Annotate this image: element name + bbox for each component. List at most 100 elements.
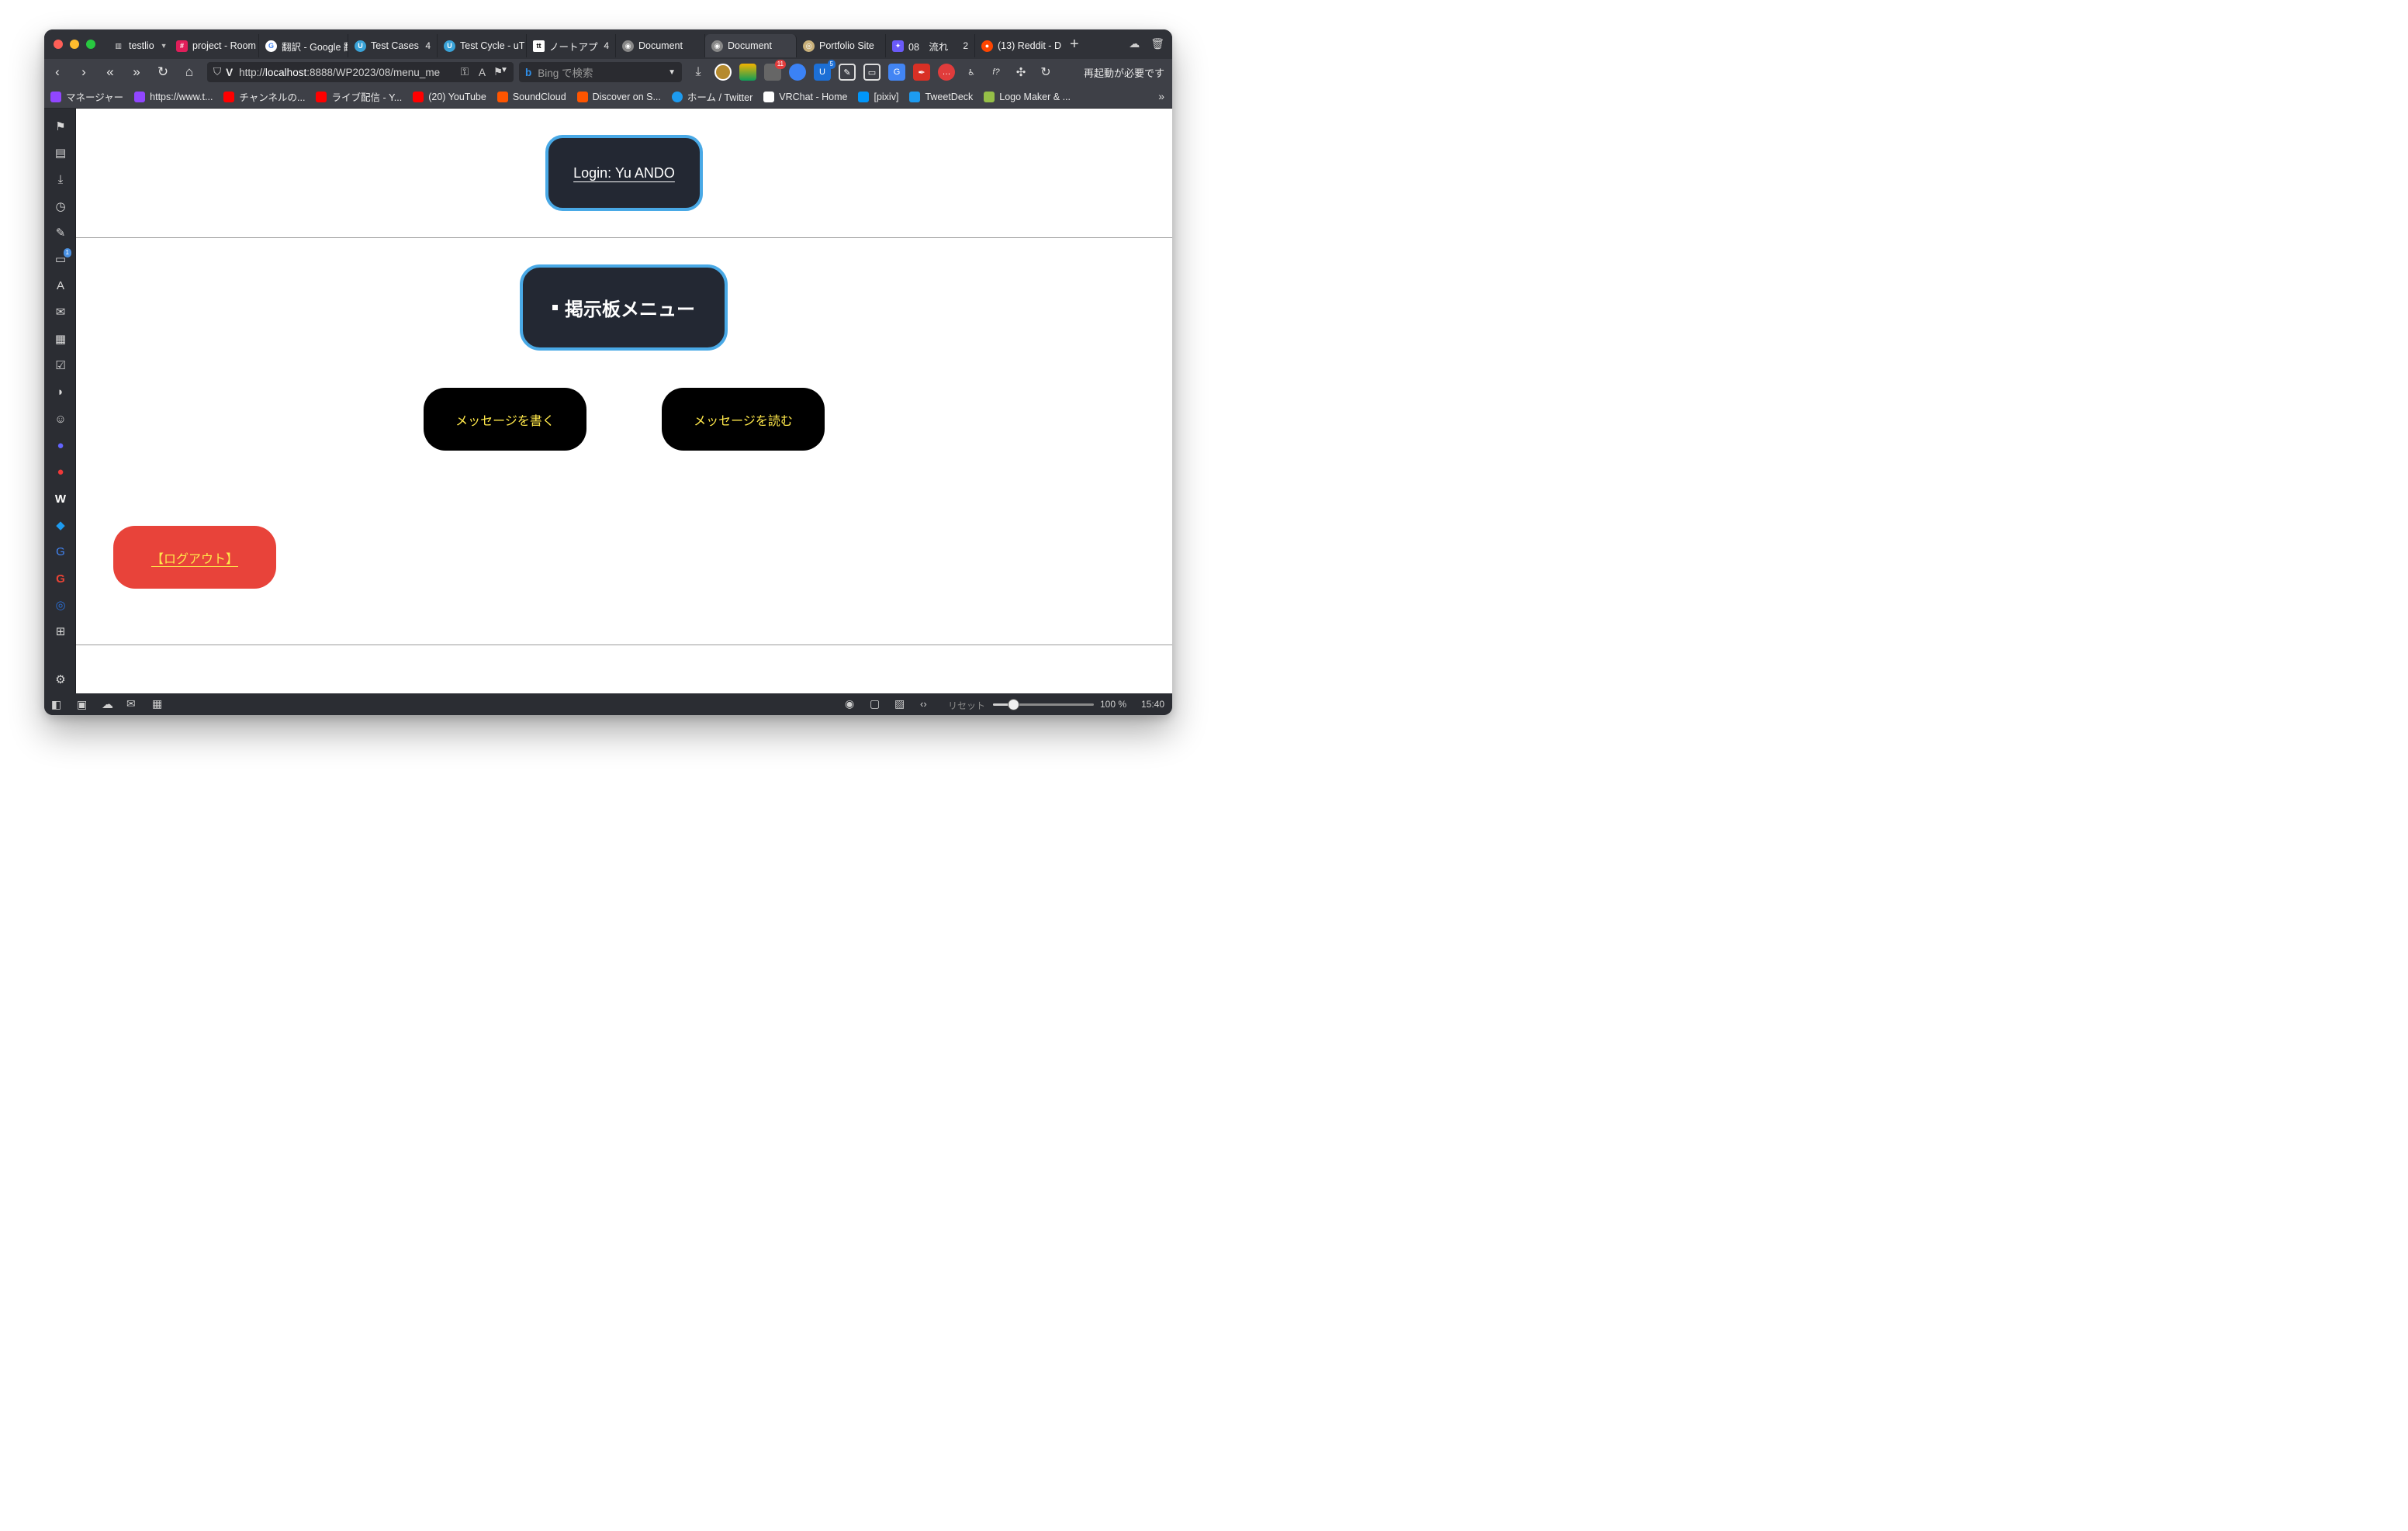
bookmark-item[interactable]: SoundCloud xyxy=(496,91,566,102)
translate-icon[interactable]: A͏ xyxy=(478,66,486,78)
download-icon[interactable]: ⤓ xyxy=(690,64,707,81)
history-icon[interactable]: ◷ xyxy=(53,199,68,214)
font-extension-icon[interactable]: f? xyxy=(988,64,1005,81)
tab-label: ノートアプ xyxy=(549,41,598,53)
profile-avatar[interactable] xyxy=(714,64,732,81)
sync-cloud-icon[interactable]: ☁ xyxy=(102,697,113,711)
downloads-icon[interactable]: ⤓ xyxy=(53,171,68,187)
edit-extension-icon[interactable]: ✎ xyxy=(839,64,856,81)
youtube-icon xyxy=(316,91,327,102)
tab-label: 翻訳 - Google 翻 xyxy=(282,41,348,53)
bookmark-item[interactable]: チャンネルの... xyxy=(223,89,305,104)
window-extension-icon[interactable]: ▭ xyxy=(863,64,881,81)
logout-link[interactable]: 【ログアウト】 xyxy=(113,526,276,589)
tab-note-app[interactable]: tt ノートアプ 4 xyxy=(527,34,616,57)
more-bookmarks-icon[interactable]: » xyxy=(1158,90,1164,102)
image-icon[interactable]: ▨ xyxy=(894,697,905,710)
chat-extension-icon[interactable]: … xyxy=(938,64,955,81)
close-window-button[interactable] xyxy=(54,40,63,49)
tab-test-cases[interactable]: U Test Cases 4 xyxy=(348,34,438,57)
calendar-icon[interactable]: ▦ xyxy=(152,697,162,710)
key-icon[interactable]: ⚿ xyxy=(457,66,469,78)
vivaldi-icon[interactable]: ● xyxy=(53,464,68,479)
code-icon[interactable]: ‹› xyxy=(920,698,927,710)
camera-icon[interactable]: ◉ xyxy=(845,697,854,710)
home-icon[interactable]: ⌂ xyxy=(176,64,202,80)
reading-list-icon[interactable]: ▤ xyxy=(53,145,68,161)
bookmark-item[interactable]: ホーム / Twitter xyxy=(671,89,752,104)
bookmark-icon[interactable]: ⚑ xyxy=(53,119,68,134)
bookmark-item[interactable]: ライブ配信 - Y... xyxy=(316,89,402,104)
notify-extension-icon[interactable]: 11 xyxy=(764,60,786,81)
restart-required-label[interactable]: 再起動が必要です xyxy=(1084,65,1164,80)
mail-icon[interactable]: ✉ xyxy=(53,304,68,320)
new-tab-icon[interactable]: + xyxy=(1070,36,1079,54)
contacts-icon[interactable]: ☺ xyxy=(53,411,68,427)
read-message-button[interactable]: メッセージを読む xyxy=(662,388,825,451)
zoom-slider[interactable] xyxy=(993,699,1094,710)
google-icon[interactable]: G xyxy=(53,571,68,586)
fast-forward-icon[interactable]: » xyxy=(123,64,150,80)
back-icon[interactable]: ‹ xyxy=(44,64,71,80)
minimize-window-button[interactable] xyxy=(70,40,79,49)
forward-icon[interactable]: › xyxy=(71,64,97,80)
browser-window: ▥ testlio ▼ # project - Room G 翻訳 - Goog… xyxy=(44,29,1172,715)
panel-toggle-icon[interactable]: ◧ xyxy=(51,698,61,711)
bookmark-item[interactable]: Logo Maker & ... xyxy=(984,91,1071,102)
reddit-icon: ● xyxy=(981,40,993,52)
google-translate-icon[interactable]: G xyxy=(888,64,905,81)
tab-document-2[interactable]: ◉ Document xyxy=(705,34,797,57)
write-message-button[interactable]: メッセージを書く xyxy=(424,388,586,451)
bookmark-item[interactable]: https://www.t... xyxy=(134,91,213,102)
zoom-slider-handle[interactable] xyxy=(1008,699,1019,710)
accessibility-icon[interactable]: ♿ xyxy=(963,64,980,81)
bookmark-item[interactable]: VRChat - Home xyxy=(763,91,847,102)
trash-icon[interactable]: 🗑 xyxy=(1150,37,1164,50)
rewind-icon[interactable]: « xyxy=(97,64,123,80)
bookmark-item[interactable]: [pixiv] xyxy=(858,91,898,102)
tab-flow-08[interactable]: ✦ 08 流れ 2 xyxy=(886,34,975,57)
tab-document-1[interactable]: ◉ Document xyxy=(616,34,705,57)
web-panel-icon[interactable]: ◎ xyxy=(53,597,68,613)
add-panel-icon[interactable]: ⊞ xyxy=(53,624,68,639)
tab-tiling-icon[interactable]: ▣ xyxy=(77,698,87,711)
google-translate-icon[interactable]: G xyxy=(53,544,68,559)
reload-icon[interactable]: ↻ xyxy=(150,64,176,80)
tasks-icon[interactable]: ☑ xyxy=(53,358,68,373)
url-dropdown-icon[interactable]: ▼ xyxy=(500,66,508,74)
bookmark-item[interactable]: (20) YouTube xyxy=(413,91,486,102)
tab-project-room[interactable]: # project - Room xyxy=(170,34,259,57)
circle-extension-icon[interactable] xyxy=(789,64,806,81)
zoom-window-button[interactable] xyxy=(86,40,95,49)
bookmark-item[interactable]: TweetDeck xyxy=(909,91,973,102)
puzzle-icon[interactable]: ✣ xyxy=(1012,64,1029,81)
twitter-icon[interactable]: ◆ xyxy=(53,517,68,533)
calendar-icon[interactable]: ▦ xyxy=(53,331,68,347)
settings-icon[interactable]: ⚙ xyxy=(53,672,68,687)
cloud-icon[interactable]: ☁ xyxy=(1129,37,1140,50)
login-user-link[interactable]: Login: Yu ANDO xyxy=(573,165,675,181)
search-input[interactable]: b Bing で検索 ▼ xyxy=(519,62,682,82)
window-panel-icon[interactable]: ▭ 1 xyxy=(53,248,71,267)
tab-reddit[interactable]: ● (13) Reddit - D xyxy=(975,34,1062,57)
palette-extension-icon[interactable] xyxy=(739,64,756,81)
tab-test-cycle[interactable]: U Test Cycle - uT xyxy=(438,34,527,57)
tab-testlio[interactable]: ▥ testlio ▼ xyxy=(106,34,170,57)
tab-google-translate[interactable]: G 翻訳 - Google 翻 xyxy=(259,34,348,57)
bookmark-item[interactable]: Discover on S... xyxy=(576,91,661,102)
bookmark-item[interactable]: マネージャー xyxy=(50,89,123,104)
wikipedia-icon[interactable]: W xyxy=(53,491,68,506)
feeds-icon[interactable]: ◗ xyxy=(53,384,68,399)
translate-icon[interactable]: A͏ xyxy=(53,278,68,293)
mastodon-icon[interactable]: ● xyxy=(53,437,68,453)
page-tiling-icon[interactable]: ▢ xyxy=(870,697,880,710)
update-icon[interactable]: ↻ xyxy=(1037,64,1054,81)
pen-extension-icon[interactable]: ✒ xyxy=(913,64,930,81)
zoom-reset-button[interactable]: リセット xyxy=(948,699,985,712)
tab-portfolio-site[interactable]: ◎ Portfolio Site xyxy=(797,34,886,57)
address-field[interactable]: ⛉ V http://localhost:8888/WP2023/08/menu… xyxy=(207,62,514,82)
search-engine-dropdown-icon[interactable]: ▼ xyxy=(668,68,676,77)
ublock-icon[interactable]: U5 xyxy=(814,60,836,81)
notes-icon[interactable]: ✎ xyxy=(53,225,68,240)
mail-icon[interactable]: ✉ xyxy=(126,697,136,710)
